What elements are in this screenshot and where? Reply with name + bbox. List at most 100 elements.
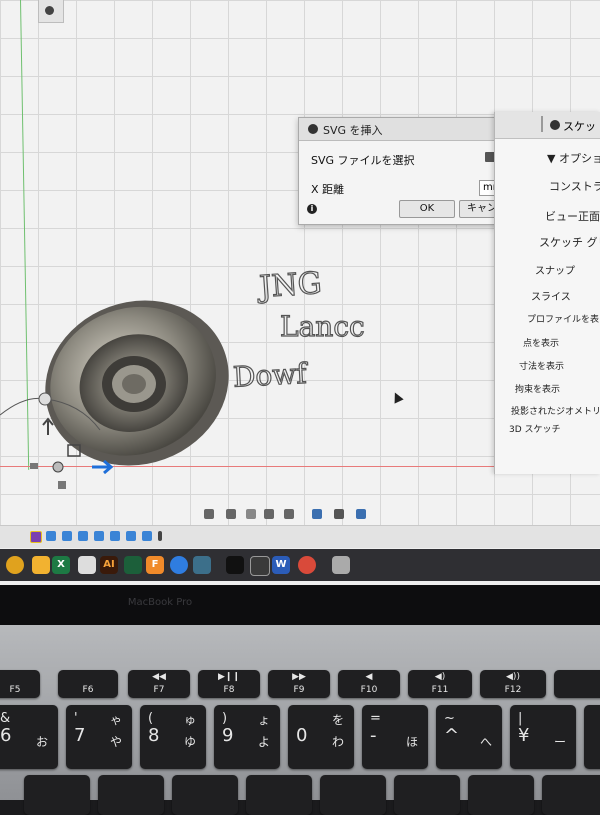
trash-icon[interactable] — [332, 556, 350, 574]
volume-up-icon: ◀)) — [506, 672, 520, 682]
key-kana: お — [35, 735, 48, 749]
key-label: F5 — [9, 685, 21, 695]
timeline-feature-icon[interactable] — [142, 531, 152, 541]
key-label: F10 — [360, 685, 378, 695]
key-number: ^ — [444, 725, 460, 746]
key-return[interactable] — [542, 775, 600, 815]
terminal-icon[interactable] — [226, 556, 244, 574]
panel-item-projected-geometry[interactable]: 投影されたジオメトリ — [511, 404, 600, 417]
panel-item-3d-sketch[interactable]: 3D スケッチ — [509, 422, 561, 435]
top-toolbar-button[interactable] — [38, 0, 64, 23]
key-delete[interactable] — [584, 705, 600, 769]
key-caret[interactable]: ~ ^ へ — [436, 705, 502, 769]
timeline-feature-icon[interactable] — [110, 531, 120, 541]
app-icon[interactable] — [78, 556, 96, 574]
dialog-menu-icon[interactable] — [308, 124, 318, 134]
ok-button[interactable]: OK — [399, 200, 455, 218]
app-icon[interactable] — [124, 556, 142, 574]
key-6[interactable]: & 6 お — [0, 705, 58, 769]
key-label: F7 — [153, 685, 165, 695]
key-f12[interactable]: ◀)) F12 — [480, 670, 546, 698]
key-symbol: & — [0, 711, 11, 726]
display-settings-icon[interactable] — [312, 509, 322, 519]
key-minus[interactable]: = - ほ — [362, 705, 428, 769]
photo-app-icon[interactable] — [193, 556, 211, 574]
fit-icon[interactable] — [284, 509, 294, 519]
key-number: 6 — [0, 725, 12, 746]
panel-item-show-dimensions[interactable]: 寸法を表示 — [519, 359, 564, 372]
key-o[interactable] — [246, 775, 312, 815]
info-icon[interactable]: i — [307, 204, 317, 214]
key-label: F9 — [293, 685, 305, 695]
key-bracket[interactable] — [468, 775, 534, 815]
sketch-text-svg: JNG Lancc Dowf — [231, 265, 365, 394]
timeline-feature-icon[interactable] — [46, 531, 56, 541]
mac-dock: X AI F W — [0, 549, 600, 581]
panel-item-snap[interactable]: スナップ — [535, 262, 575, 277]
timeline-feature-icon[interactable] — [30, 531, 42, 543]
panel-item-show-profile[interactable]: プロファイルを表 — [527, 312, 599, 325]
panel-item-look-at[interactable]: ビュー正面 — [545, 208, 600, 224]
timeline-marker-icon[interactable] — [158, 531, 162, 541]
chrome-icon[interactable] — [298, 556, 316, 574]
key-eject[interactable] — [554, 670, 600, 698]
zoom-icon[interactable] — [264, 509, 274, 519]
timeline-feature-icon[interactable] — [78, 531, 88, 541]
timeline-feature-icon[interactable] — [94, 531, 104, 541]
fast-forward-icon: ▶▶ — [292, 672, 306, 682]
grid-settings-icon[interactable] — [334, 509, 344, 519]
orbit-icon[interactable] — [204, 509, 214, 519]
sketch-text-line-3: Dowf — [232, 357, 310, 394]
key-9[interactable]: ) 9 ょよ — [214, 705, 280, 769]
navigation-toolbar — [200, 506, 385, 524]
key-f6[interactable]: F6 — [58, 670, 118, 698]
key-u[interactable] — [98, 775, 164, 815]
key-f11[interactable]: ◀) F11 — [408, 670, 472, 698]
panel-item-sketch-grid[interactable]: スケッチ グリ — [539, 234, 600, 250]
word-icon[interactable]: W — [272, 556, 290, 574]
panel-item-show-constraints[interactable]: 拘束を表示 — [515, 382, 560, 395]
fusion-icon[interactable]: F — [146, 556, 164, 574]
key-f8[interactable]: ▶❙❙ F8 — [198, 670, 260, 698]
key-f5[interactable]: F5 — [0, 670, 40, 698]
viewports-icon[interactable] — [356, 509, 366, 519]
timeline-feature-icon[interactable] — [62, 531, 72, 541]
panel-item-construction[interactable]: コンストラ — [549, 178, 600, 194]
laptop-screen: JNG Lancc Dowf SVG を挿入 SVG ファイルを選択 X 距離 … — [0, 0, 600, 585]
key-i[interactable] — [172, 775, 238, 815]
timeline-bar — [0, 525, 600, 548]
panel-item-slice[interactable]: スライス — [531, 288, 571, 303]
panel-section-toggle[interactable]: ▼ オプショ — [547, 150, 600, 166]
key-kana: ゆ — [183, 735, 196, 749]
key-f10[interactable]: ◀ F10 — [338, 670, 400, 698]
key-kana: よ — [257, 735, 270, 749]
screen-capture-icon[interactable] — [250, 556, 270, 576]
key-number: 8 — [148, 725, 160, 746]
key-number: 0 — [296, 725, 308, 746]
look-at-icon[interactable] — [226, 509, 236, 519]
macbook-label: MacBook Pro — [127, 597, 193, 608]
key-y[interactable] — [24, 775, 90, 815]
key-p[interactable] — [320, 775, 386, 815]
key-label: F6 — [82, 685, 94, 695]
illustrator-icon[interactable]: AI — [100, 556, 118, 574]
key-number: 7 — [74, 725, 86, 746]
key-f9[interactable]: ▶▶ F9 — [268, 670, 330, 698]
excel-icon[interactable]: X — [52, 556, 70, 574]
key-f7[interactable]: ◀◀ F7 — [128, 670, 190, 698]
key-8[interactable]: (8 ゅゆ — [140, 705, 206, 769]
key-yen[interactable]: | ¥ ー — [510, 705, 576, 769]
key-at[interactable] — [394, 775, 460, 815]
sketch-app-icon[interactable] — [32, 556, 50, 574]
key-0[interactable]: 0 をわ — [288, 705, 354, 769]
pan-icon[interactable] — [246, 509, 256, 519]
timeline-feature-icon[interactable] — [126, 531, 136, 541]
safari-icon[interactable] — [170, 556, 188, 574]
panel-menu-icon[interactable] — [550, 120, 560, 130]
volume-down-icon: ◀) — [434, 672, 446, 682]
move-manipulator[interactable] — [0, 385, 140, 495]
key-7[interactable]: ' 7 ゃや — [66, 705, 132, 769]
chrome-icon[interactable] — [6, 556, 24, 574]
key-symbol: ' — [74, 711, 78, 726]
panel-item-show-points[interactable]: 点を表示 — [523, 336, 559, 349]
